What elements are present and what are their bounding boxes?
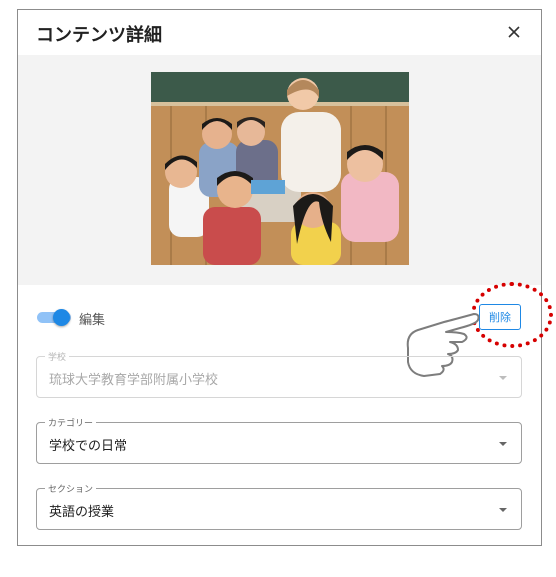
category-value: 学校での日常 <box>49 439 128 454</box>
section-select[interactable]: セクション 英語の授業 <box>36 482 522 530</box>
content-detail-dialog: コンテンツ詳細 編集 削除 学校 琉球大学教育学部附属小学校 カテゴリー 学校で… <box>17 9 553 546</box>
close-icon[interactable] <box>503 21 525 43</box>
edit-label: 編集 <box>79 313 106 328</box>
section-value: 英語の授業 <box>49 505 115 520</box>
dialog-title: コンテンツ詳細 <box>36 25 162 46</box>
delete-button[interactable]: 削除 <box>479 304 521 330</box>
edit-toggle[interactable] <box>37 309 71 326</box>
photo-area <box>18 55 541 285</box>
chevron-down-icon <box>499 508 507 512</box>
chevron-down-icon <box>499 442 507 446</box>
class-photo-image <box>151 72 409 265</box>
chevron-down-icon <box>499 376 507 380</box>
school-value: 琉球大学教育学部附属小学校 <box>49 373 219 388</box>
section-label: セクション <box>45 482 97 495</box>
category-label: カテゴリー <box>45 416 97 429</box>
category-select[interactable]: カテゴリー 学校での日常 <box>36 416 522 464</box>
school-label: 学校 <box>45 350 70 363</box>
school-select[interactable]: 学校 琉球大学教育学部附属小学校 <box>36 350 522 398</box>
toggle-thumb <box>53 309 70 326</box>
